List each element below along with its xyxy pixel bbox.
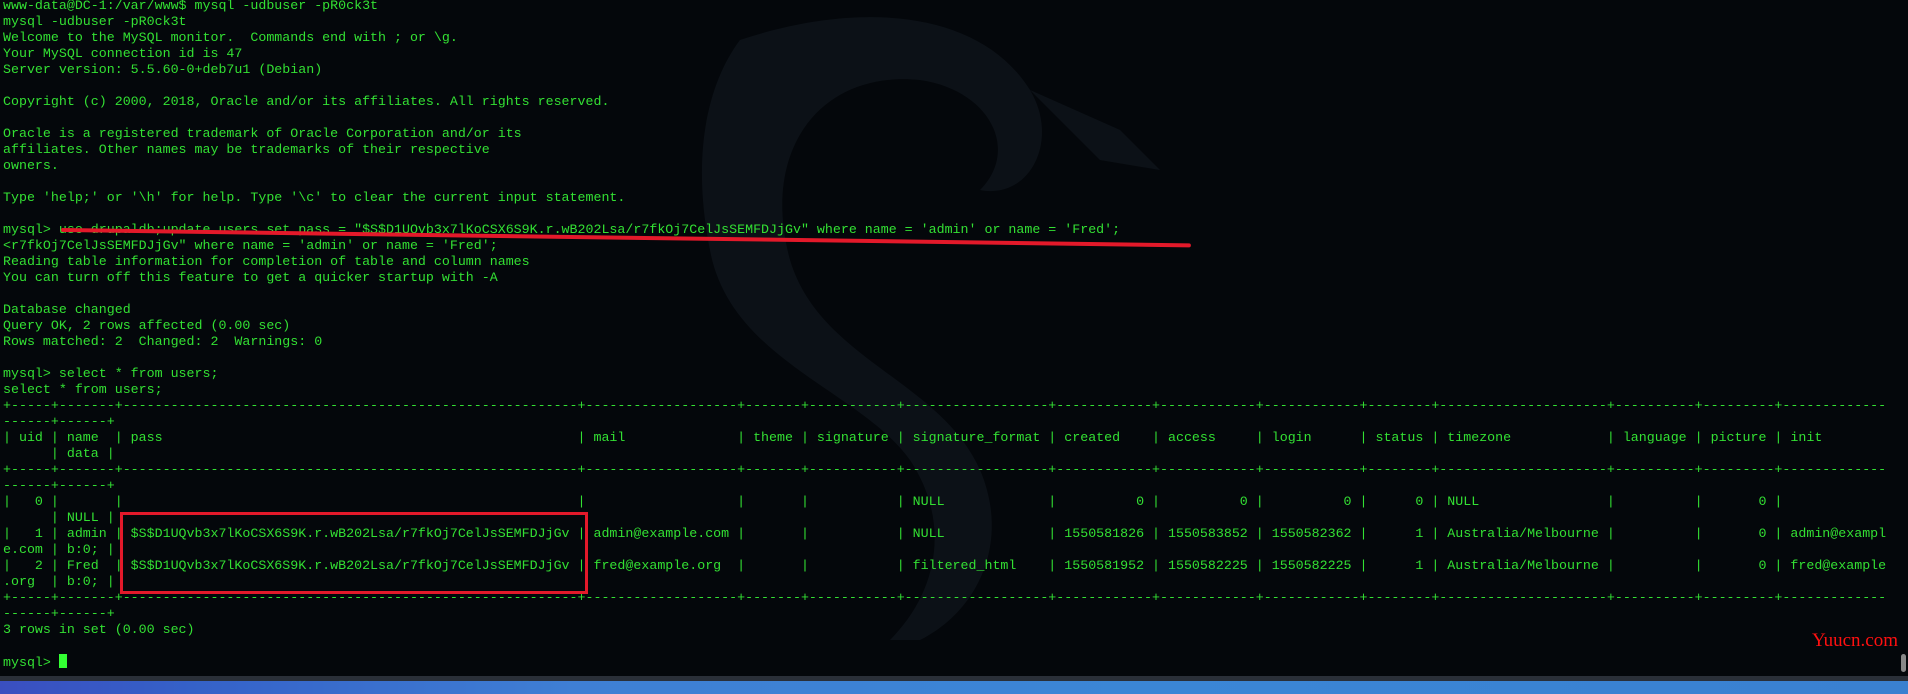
table-row: | 0 | | | | | | NULL | 0 | 0 | 0 | 0 | N…	[3, 494, 1887, 509]
terminal-line: Oracle is a registered trademark of Orac…	[3, 126, 522, 141]
terminal-line: Welcome to the MySQL monitor. Commands e…	[3, 30, 458, 45]
terminal-line: select * from users;	[3, 382, 163, 397]
table-header-row: | uid | name | pass | mail | theme | sig…	[3, 430, 1887, 445]
terminal-line: Query OK, 2 rows affected (0.00 sec)	[3, 318, 291, 333]
table-border: +-----+-------+-------------------------…	[3, 462, 1887, 477]
terminal-line: Copyright (c) 2000, 2018, Oracle and/or …	[3, 94, 610, 109]
table-header-row: | data |	[3, 446, 115, 461]
terminal-line: affiliates. Other names may be trademark…	[3, 142, 490, 157]
prompt-text: mysql>	[3, 655, 59, 670]
terminal-line: Server version: 5.5.60-0+deb7u1 (Debian)	[3, 62, 323, 77]
terminal-line: mysql> use drupaldb;update users set pas…	[3, 222, 1121, 237]
terminal-line: Reading table information for completion…	[3, 254, 530, 269]
table-border: ------+------+	[3, 606, 115, 621]
cursor	[58, 654, 67, 668]
table-border: ------+------+	[3, 414, 115, 429]
table-border: ------+------+	[3, 478, 115, 493]
terminal-line: Database changed	[3, 302, 131, 317]
terminal-line: owners.	[3, 158, 59, 173]
red-annotation-box	[120, 512, 588, 594]
taskbar[interactable]	[0, 681, 1908, 694]
table-border: +-----+-------+-------------------------…	[3, 398, 1887, 413]
terminal-line: www-data@DC-1:/var/www$ mysql -udbuser -…	[3, 0, 379, 13]
terminal-line: Type 'help;' or '\h' for help. Type '\c'…	[3, 190, 626, 205]
terminal-line: Rows matched: 2 Changed: 2 Warnings: 0	[3, 334, 323, 349]
watermark: Yuucn.com	[1811, 630, 1898, 651]
terminal-line: Your MySQL connection id is 47	[3, 46, 243, 61]
terminal-line: mysql -udbuser -pR0ck3t	[3, 14, 187, 29]
terminal-line: 3 rows in set (0.00 sec)	[3, 622, 195, 637]
terminal-line: You can turn off this feature to get a q…	[3, 270, 498, 285]
prompt-input[interactable]: mysql>	[3, 654, 1898, 670]
terminal-line: mysql> select * from users;	[3, 366, 219, 381]
terminal-scrollbar[interactable]	[1901, 654, 1906, 672]
